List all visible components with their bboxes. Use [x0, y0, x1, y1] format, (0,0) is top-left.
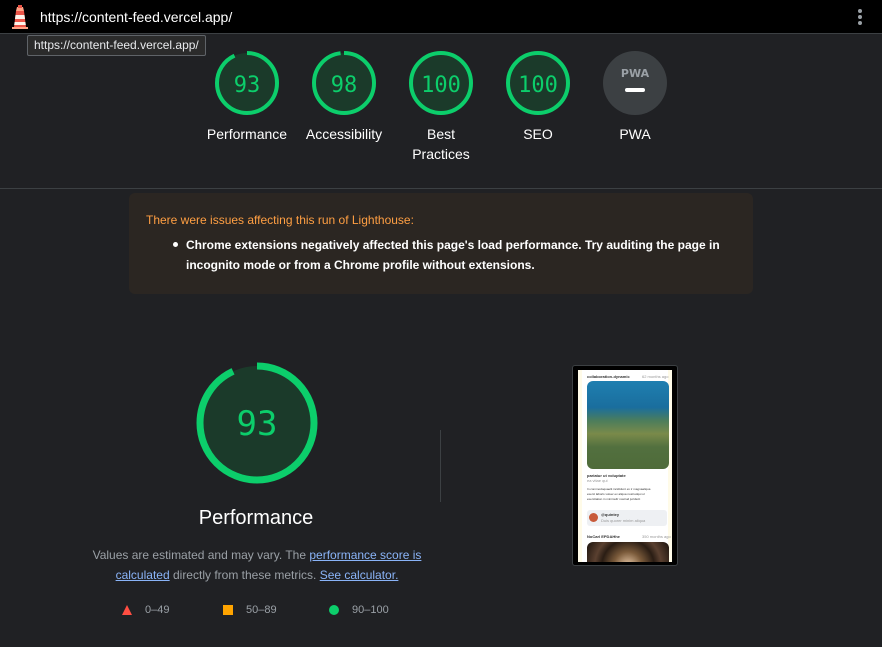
gauge-performance[interactable]: 93 Performance — [197, 50, 297, 144]
warning-item: Chrome extensions negatively affected th… — [186, 238, 720, 272]
thumb-username: collaboration-dynamic — [587, 374, 630, 379]
gauge-best-practices[interactable]: 100 Best Practices — [391, 50, 491, 164]
square-icon — [223, 605, 233, 615]
gauge-label: SEO — [523, 126, 553, 142]
seo-gauge-ring: 100 — [506, 51, 570, 115]
legend-range: 90–100 — [352, 604, 389, 616]
avatar — [589, 513, 598, 522]
post-photo-2 — [587, 542, 669, 562]
performance-description: Values are estimated and may vary. The p… — [90, 545, 424, 585]
accessibility-gauge-ring: 98 — [312, 51, 376, 115]
gauge-pwa[interactable]: PWA PWA — [585, 50, 685, 144]
thumb-comment-text: Duis quorer minim aliqua — [601, 518, 646, 523]
legend-average: 50–89 — [222, 604, 277, 618]
performance-big-gauge[interactable]: 93 — [196, 362, 318, 484]
big-gauge-score: 93 — [237, 404, 278, 444]
triangle-icon — [122, 605, 132, 615]
screenshot-content: collaboration-dynamic 62 months ago pari… — [582, 370, 671, 562]
thumb-comment-card: @quintey Duis quorer minim aliqua — [587, 510, 667, 526]
gauge-score: 93 — [234, 73, 261, 98]
gauge-score: 98 — [331, 73, 358, 98]
legend-fail: 0–49 — [121, 604, 169, 618]
thumb-post-sub: ea vitae qui — [587, 478, 608, 483]
lighthouse-warning-box: There were issues affecting this run of … — [129, 193, 753, 294]
legend-pass: 90–100 — [328, 604, 389, 618]
vertical-separator — [440, 430, 441, 502]
thumb-comment-user: @quintey — [601, 512, 620, 517]
gauge-label: Best Practices — [412, 126, 470, 162]
top-bar: https://content-feed.vercel.app/ — [0, 0, 882, 34]
more-menu-icon[interactable] — [858, 9, 862, 25]
bullet-icon — [173, 242, 178, 247]
gauge-seo[interactable]: 100 SEO — [488, 50, 588, 144]
page-url[interactable]: https://content-feed.vercel.app/ — [40, 9, 232, 25]
thumb-time-2: 350 months ago — [642, 534, 671, 539]
gauge-label: Accessibility — [305, 126, 383, 142]
circle-icon — [329, 605, 339, 615]
performance-gauge-ring: 93 — [215, 51, 279, 115]
gauge-score: 100 — [421, 73, 461, 98]
lighthouse-logo-icon — [12, 5, 28, 29]
pwa-badge-icon: PWA — [603, 51, 667, 115]
desc-text: Values are estimated and may vary. The — [92, 548, 310, 562]
desc-text: directly from these metrics. — [169, 568, 320, 582]
see-calculator-link[interactable]: See calculator. — [320, 568, 399, 582]
thumb-username-2: NoCarl EPDAHhe — [587, 534, 620, 539]
best-practices-gauge-ring: 100 — [409, 51, 473, 115]
legend-range: 50–89 — [246, 604, 277, 616]
screenshot-image: collaboration-dynamic 62 months ago pari… — [578, 370, 672, 562]
pwa-badge-text: PWA — [621, 67, 650, 80]
final-screenshot[interactable]: collaboration-dynamic 62 months ago pari… — [572, 365, 678, 566]
gauge-label: Performance — [206, 126, 288, 142]
section-divider — [0, 188, 882, 189]
warning-title: There were issues affecting this run of … — [146, 213, 414, 227]
thumb-post-body: exercitation in minimullr nostrud jurids… — [587, 497, 641, 501]
thumb-time: 62 months ago — [642, 374, 669, 379]
gauge-label: PWA — [619, 126, 651, 142]
performance-heading: Performance — [198, 507, 314, 529]
legend-range: 0–49 — [145, 604, 170, 616]
post-photo — [587, 381, 669, 469]
gauge-score: 100 — [518, 73, 558, 98]
category-gauges: 93 Performance 98 Accessibility 100 Best… — [0, 50, 882, 170]
gauge-accessibility[interactable]: 98 Accessibility — [294, 50, 394, 144]
